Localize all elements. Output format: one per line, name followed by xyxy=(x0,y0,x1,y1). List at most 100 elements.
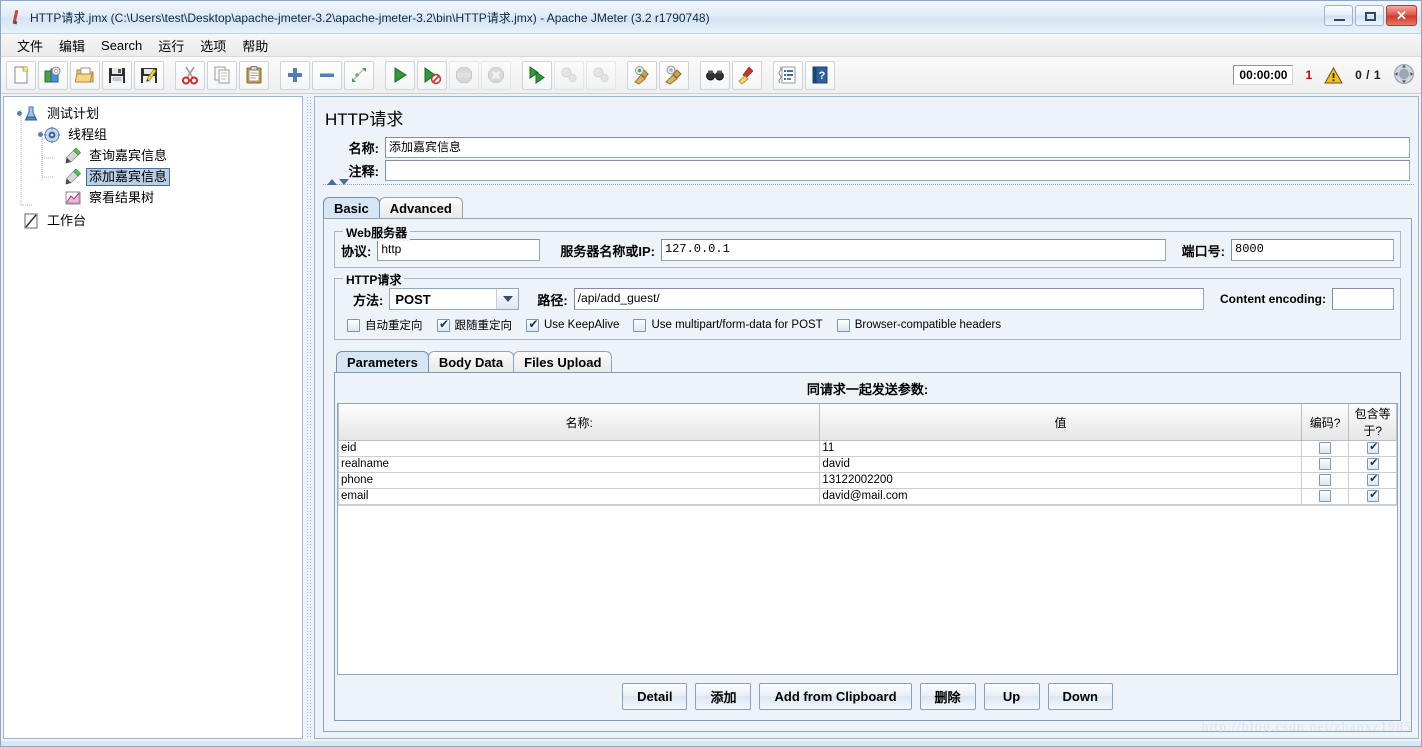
protocol-input[interactable]: http xyxy=(377,239,541,261)
checkbox-keepalive[interactable] xyxy=(526,317,540,332)
checkbox-browser-compatible-headers[interactable] xyxy=(836,318,850,332)
tab-advanced[interactable]: Advanced xyxy=(378,197,463,218)
cell-param-encode[interactable] xyxy=(1300,472,1350,489)
save-as-button[interactable] xyxy=(134,60,164,90)
checkbox-include-equals[interactable] xyxy=(1366,458,1380,470)
column-header-encode[interactable]: 编码? xyxy=(1300,404,1350,441)
cell-param-include-equals[interactable] xyxy=(1348,472,1397,489)
cell-param-encode[interactable] xyxy=(1300,488,1350,505)
port-input[interactable]: 8000 xyxy=(1231,239,1394,261)
checkbox-include-equals[interactable] xyxy=(1366,490,1380,502)
save-button[interactable] xyxy=(102,60,132,90)
search-button[interactable] xyxy=(700,60,730,90)
clear-button[interactable] xyxy=(627,60,657,90)
templates-button[interactable] xyxy=(38,60,68,90)
up-button[interactable]: Up xyxy=(983,683,1040,710)
toggle-button[interactable] xyxy=(344,60,374,90)
remote-stop-all-button[interactable] xyxy=(554,60,584,90)
menu-options[interactable]: 选项 xyxy=(192,34,234,57)
checkbox-multipart[interactable] xyxy=(633,318,647,332)
maximize-button[interactable] xyxy=(1355,5,1384,26)
tree-node-view-results[interactable]: 察看结果树 xyxy=(12,187,302,208)
column-header-value[interactable]: 值 xyxy=(819,404,1302,441)
tree-node-test-plan[interactable]: 测试计划 xyxy=(12,103,302,124)
checkbox-include-equals[interactable] xyxy=(1366,474,1380,486)
checkbox-include-equals[interactable] xyxy=(1366,442,1380,454)
cell-param-include-equals[interactable] xyxy=(1348,440,1397,457)
cell-param-include-equals[interactable] xyxy=(1348,488,1397,505)
checkbox-encode[interactable] xyxy=(1319,457,1332,470)
cell-param-include-equals[interactable] xyxy=(1348,456,1397,473)
column-header-include-equals[interactable]: 包含等于? xyxy=(1348,404,1397,441)
chevron-up-icon[interactable] xyxy=(327,179,337,185)
tab-body-data[interactable]: Body Data xyxy=(427,351,515,372)
delete-button[interactable]: 删除 xyxy=(919,683,976,710)
tab-basic[interactable]: Basic xyxy=(323,197,380,218)
cut-button[interactable] xyxy=(175,60,205,90)
content-encoding-input[interactable] xyxy=(1332,288,1394,310)
tab-parameters[interactable]: Parameters xyxy=(336,351,429,372)
cell-param-value[interactable]: 11 xyxy=(819,440,1302,457)
comment-input[interactable] xyxy=(385,160,1410,181)
tab-files-upload[interactable]: Files Upload xyxy=(513,351,613,372)
server-input[interactable]: 127.0.0.1 xyxy=(660,239,1166,261)
cell-param-value[interactable]: david xyxy=(819,456,1302,473)
menu-search[interactable]: Search xyxy=(93,36,150,55)
cell-param-name[interactable]: eid xyxy=(338,440,821,457)
tree-node-http-query[interactable]: 查询嘉宾信息 xyxy=(12,145,302,166)
menu-edit[interactable]: 编辑 xyxy=(51,34,93,57)
menu-run[interactable]: 运行 xyxy=(150,34,192,57)
menu-help[interactable]: 帮助 xyxy=(234,34,276,57)
table-row[interactable]: email david@mail.com xyxy=(338,488,1397,505)
option-keepalive[interactable]: Use KeepAlive xyxy=(526,317,619,332)
minimize-button[interactable] xyxy=(1324,5,1353,26)
checkbox-follow-redirect[interactable] xyxy=(436,317,451,332)
path-input[interactable]: /api/add_guest/ xyxy=(573,288,1205,310)
checkbox-encode[interactable] xyxy=(1319,441,1332,454)
checkbox-encode[interactable] xyxy=(1319,473,1332,486)
cell-param-name[interactable]: email xyxy=(338,488,821,505)
warning-icon[interactable] xyxy=(1324,66,1343,84)
start-no-pauses-button[interactable] xyxy=(417,60,447,90)
cell-param-encode[interactable] xyxy=(1300,456,1350,473)
new-button[interactable] xyxy=(6,60,36,90)
cell-param-name[interactable]: realname xyxy=(338,456,821,473)
close-button[interactable]: ✕ xyxy=(1386,5,1417,26)
split-divider[interactable] xyxy=(303,96,314,739)
cell-param-value[interactable]: david@mail.com xyxy=(819,488,1302,505)
expand-all-button[interactable] xyxy=(280,60,310,90)
menu-file[interactable]: 文件 xyxy=(9,34,51,57)
chevron-down-icon[interactable] xyxy=(339,179,349,185)
copy-button[interactable] xyxy=(207,60,237,90)
add-from-clipboard-button[interactable]: Add from Clipboard xyxy=(759,683,912,710)
checkbox-encode[interactable] xyxy=(1319,489,1332,502)
method-select[interactable]: POST xyxy=(389,288,520,310)
remote-start-all-button[interactable] xyxy=(522,60,552,90)
collapse-all-button[interactable] xyxy=(312,60,342,90)
shutdown-button[interactable] xyxy=(481,60,511,90)
option-auto-redirect[interactable]: 自动重定向 xyxy=(347,317,423,333)
cell-param-value[interactable]: 13122002200 xyxy=(819,472,1302,489)
tree-node-workbench[interactable]: 工作台 xyxy=(12,210,302,231)
collapse-arrows[interactable] xyxy=(327,179,349,185)
tree-node-thread-group[interactable]: 线程组 xyxy=(12,124,302,145)
paste-button[interactable] xyxy=(239,60,269,90)
name-input[interactable]: 添加嘉宾信息 xyxy=(385,137,1410,158)
function-helper-button[interactable] xyxy=(773,60,803,90)
remote-shutdown-all-button[interactable] xyxy=(586,60,616,90)
table-row[interactable]: realname david xyxy=(338,456,1397,473)
table-row[interactable]: phone 13122002200 xyxy=(338,472,1397,489)
start-button[interactable] xyxy=(385,60,415,90)
option-browser-compatible-headers[interactable]: Browser-compatible headers xyxy=(836,318,1001,332)
option-follow-redirect[interactable]: 跟随重定向 xyxy=(436,317,512,333)
add-button[interactable]: 添加 xyxy=(695,683,752,710)
cell-param-encode[interactable] xyxy=(1300,440,1350,457)
reset-search-button[interactable] xyxy=(732,60,762,90)
chevron-down-icon[interactable] xyxy=(496,289,519,309)
clear-all-button[interactable] xyxy=(659,60,689,90)
cell-param-name[interactable]: phone xyxy=(338,472,821,489)
tree-node-http-add[interactable]: 添加嘉宾信息 xyxy=(12,166,302,187)
down-button[interactable]: Down xyxy=(1047,683,1113,710)
help-button[interactable]: ? xyxy=(805,60,835,90)
option-multipart[interactable]: Use multipart/form-data for POST xyxy=(633,318,823,332)
